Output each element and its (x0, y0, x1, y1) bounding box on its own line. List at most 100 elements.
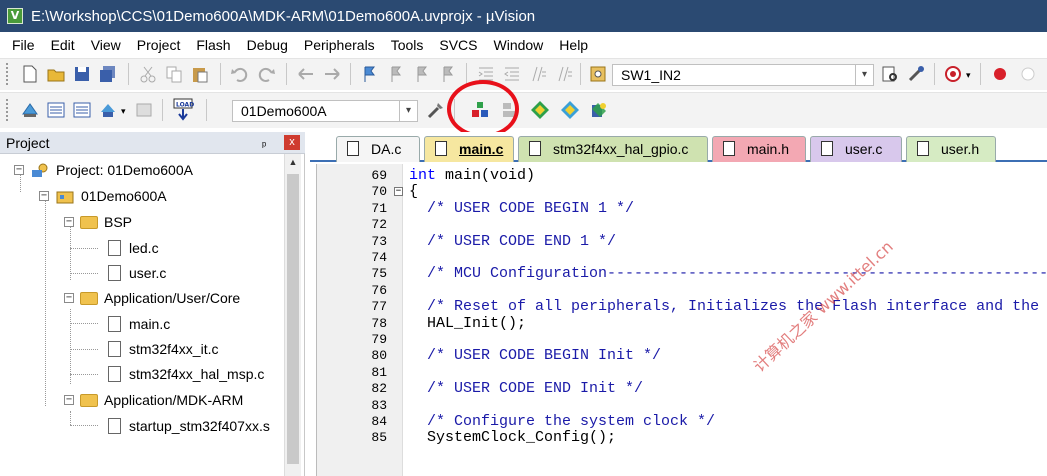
asm-file-icon (108, 418, 121, 435)
chevron-down-icon[interactable]: ▾ (855, 65, 873, 85)
project-gear-icon (32, 163, 48, 178)
undo-icon[interactable] (230, 64, 250, 84)
chevron-down-icon[interactable]: ▾ (399, 101, 417, 121)
incremental-find-icon[interactable] (906, 64, 926, 84)
c-file-icon (108, 366, 121, 383)
debug-session-icon[interactable] (944, 64, 964, 84)
navigate-forward-icon[interactable] (322, 64, 342, 84)
menu-debug[interactable]: Debug (239, 32, 296, 58)
toolbar-grip[interactable] (6, 63, 9, 85)
tree-node-file[interactable]: stm32f4xx_it.c (108, 337, 218, 361)
tree-node-file[interactable]: user.c (108, 261, 166, 285)
open-file-icon[interactable] (46, 64, 66, 84)
menu-help[interactable]: Help (551, 32, 596, 58)
cut-icon[interactable] (138, 64, 158, 84)
breakpoint-icon[interactable] (990, 64, 1010, 84)
code-editor[interactable]: 69 70−71 72 73 74 75 76 77 78 79 80 81 82 83 84 85 int … (316, 164, 1047, 476)
redo-icon[interactable] (256, 64, 276, 84)
toolbar-separator (350, 63, 351, 85)
copy-icon[interactable] (164, 64, 184, 84)
tree-scrollbar[interactable]: ▲ (284, 154, 301, 476)
previous-bookmark-icon[interactable] (386, 64, 406, 84)
line-number: 81 (371, 364, 387, 380)
tree-node-label: BSP (104, 214, 133, 230)
menu-project[interactable]: Project (129, 32, 189, 58)
line-number: 71 (371, 200, 387, 216)
batch-build-icon[interactable] (98, 100, 118, 120)
chevron-down-icon[interactable]: ▾ (121, 106, 126, 117)
target-options-icon[interactable] (426, 100, 446, 120)
tab-stm32f4xx-hal-gpio-c[interactable]: stm32f4xx_hal_gpio.c (518, 136, 708, 162)
toolbar-grip[interactable] (6, 99, 9, 121)
svg-text:LOAD: LOAD (176, 102, 194, 109)
code-line: int main(void) (409, 167, 536, 184)
new-file-icon[interactable] (20, 64, 40, 84)
code-line: { (409, 183, 419, 201)
collapse-icon[interactable]: − (64, 293, 74, 303)
line-number: 75 (371, 266, 387, 282)
menu-flash[interactable]: Flash (188, 32, 238, 58)
project-panel-header: Project ᵖ x (0, 132, 305, 154)
toolbar-separator (466, 63, 467, 85)
menu-tools[interactable]: Tools (383, 32, 432, 58)
find-combo[interactable]: SW1_IN2 ▾ (612, 64, 874, 86)
tree-node-label: Application/MDK-ARM (104, 392, 244, 408)
select-software-packs-icon[interactable] (560, 100, 580, 120)
tab-label: user.c (845, 141, 883, 157)
tree-node-file[interactable]: led.c (108, 236, 159, 260)
tab-user-c[interactable]: user.c (810, 136, 902, 162)
rebuild-icon[interactable] (72, 100, 92, 120)
folder-icon (80, 291, 98, 305)
bookmark-icon[interactable] (360, 64, 380, 84)
collapse-icon[interactable]: − (64, 395, 74, 405)
find-icon[interactable] (880, 64, 900, 84)
translate-icon[interactable] (20, 100, 40, 120)
save-all-icon[interactable] (98, 64, 118, 84)
tab-user-h[interactable]: user.h (906, 136, 996, 162)
menu-peripherals[interactable]: Peripherals (296, 32, 383, 58)
menu-file[interactable]: File (4, 32, 43, 58)
chevron-down-icon[interactable]: ▾ (966, 70, 971, 81)
toolbar-separator (128, 63, 129, 85)
tree-node-file[interactable]: main.c (108, 312, 170, 336)
menu-svcs[interactable]: SVCS (431, 32, 485, 58)
menu-view[interactable]: View (83, 32, 129, 58)
collapse-icon[interactable]: − (64, 217, 74, 227)
tab-main-h[interactable]: main.h (712, 136, 806, 162)
uvision-logo-icon: V (7, 8, 23, 24)
target-select-value: 01Demo600A (241, 103, 327, 119)
tab-da-c[interactable]: DA.c (336, 136, 420, 162)
collapse-icon[interactable]: − (14, 165, 24, 175)
toolbar-separator (162, 99, 163, 121)
toolbar-separator (286, 63, 287, 85)
uncomment-icon[interactable] (554, 64, 574, 84)
download-load-icon[interactable]: LOAD (172, 98, 194, 122)
clear-bookmarks-icon[interactable] (438, 64, 458, 84)
find-in-files-icon[interactable] (588, 64, 608, 84)
close-panel-icon[interactable]: x (284, 135, 300, 150)
paste-icon[interactable] (190, 64, 210, 84)
multi-project-workspace-icon[interactable] (590, 100, 610, 120)
target-select[interactable]: 01Demo600A ▾ (232, 100, 418, 122)
navigate-back-icon[interactable] (296, 64, 316, 84)
menu-edit[interactable]: Edit (43, 32, 83, 58)
next-bookmark-icon[interactable] (412, 64, 432, 84)
fold-icon[interactable]: − (394, 187, 403, 197)
pack-installer-icon[interactable] (530, 100, 550, 120)
comment-icon[interactable] (528, 64, 548, 84)
tree-node-file[interactable]: stm32f4xx_hal_msp.c (108, 362, 264, 386)
code-line: /* USER CODE END 1 */ (409, 232, 617, 250)
stop-build-icon[interactable] (134, 100, 154, 120)
unindent-icon[interactable] (502, 64, 522, 84)
line-number: 77 (371, 299, 387, 315)
disabled-breakpoint-icon[interactable] (1018, 64, 1038, 84)
build-icon[interactable] (46, 100, 66, 120)
tab-main-c[interactable]: main.c (424, 136, 514, 162)
scroll-up-icon[interactable]: ▲ (285, 154, 301, 171)
save-icon[interactable] (72, 64, 92, 84)
tree-node-file[interactable]: startup_stm32f407xx.s (108, 414, 270, 438)
collapse-icon[interactable]: − (39, 191, 49, 201)
menu-window[interactable]: Window (486, 32, 552, 58)
tab-label: main.h (747, 141, 790, 157)
scroll-thumb[interactable] (287, 174, 299, 464)
